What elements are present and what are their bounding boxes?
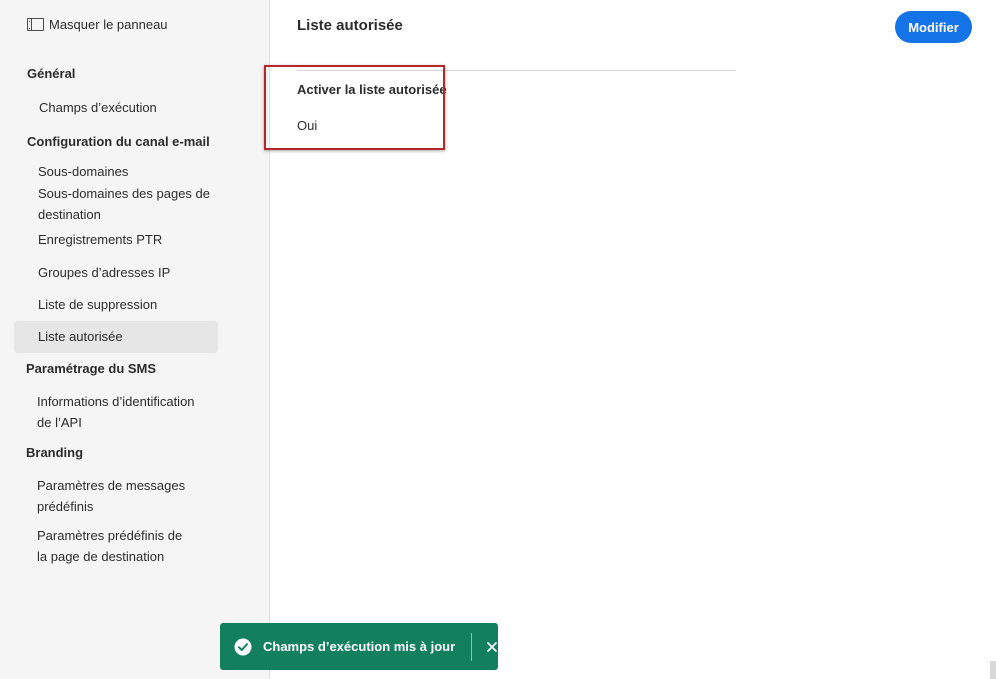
sidebar-item-ip-pools[interactable]: Groupes d’adresses IP: [14, 262, 218, 283]
sidebar-item-allowed-list[interactable]: Liste autorisée: [14, 321, 218, 353]
section-general: Général: [27, 66, 76, 81]
sidebar-item-landing-presets[interactable]: Paramètres prédéfinis de la page de dest…: [13, 525, 193, 567]
close-icon[interactable]: [487, 640, 498, 654]
section-sms: Paramétrage du SMS: [26, 361, 157, 376]
checkmark-circle-icon: [234, 638, 252, 656]
page-title: Liste autorisée: [297, 17, 403, 34]
sidebar-item-suppression-list[interactable]: Liste de suppression: [14, 294, 218, 315]
sidebar-item-ptr-records[interactable]: Enregistrements PTR: [14, 229, 218, 250]
section-branding: Branding: [26, 445, 84, 460]
sidebar-item-subdomains[interactable]: Sous-domaines: [14, 161, 218, 182]
sidebar-item-execution-fields[interactable]: Champs d’exécution: [15, 97, 219, 118]
hide-panel-button[interactable]: Masquer le panneau: [27, 17, 168, 32]
hide-panel-label: Masquer le panneau: [49, 17, 168, 32]
panel-toggle-icon: [27, 18, 44, 31]
sidebar-item-landing-subdomains[interactable]: Sous-domaines des pages de destination: [14, 183, 214, 225]
toast-divider: [471, 632, 472, 661]
success-toast: Champs d’exécution mis à jour: [220, 623, 498, 670]
highlight-frame: [264, 65, 445, 150]
window-corner: [990, 661, 996, 679]
section-email-channel: Configuration du canal e-mail: [27, 134, 210, 149]
modify-button[interactable]: Modifier: [895, 11, 972, 43]
sidebar-item-api-credentials[interactable]: Informations d’identification de l’API: [13, 391, 203, 433]
sidebar: Masquer le panneau Général Champs d’exéc…: [0, 0, 270, 679]
sidebar-item-message-presets[interactable]: Paramètres de messages prédéfinis: [13, 475, 193, 517]
toast-message: Champs d’exécution mis à jour: [263, 639, 456, 654]
